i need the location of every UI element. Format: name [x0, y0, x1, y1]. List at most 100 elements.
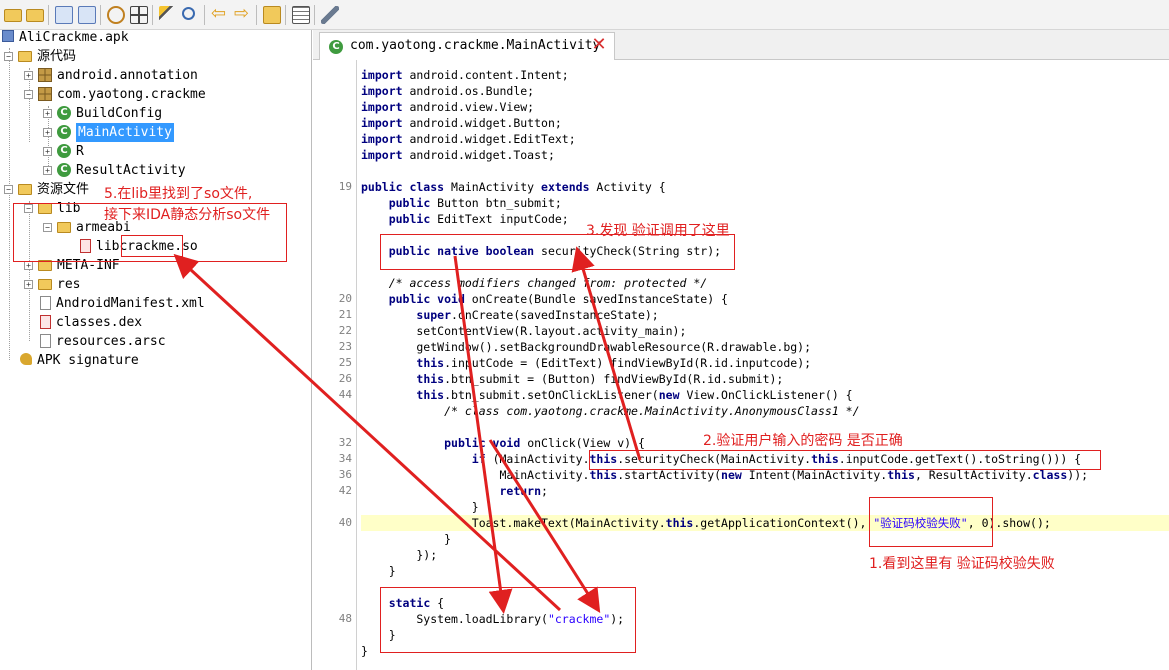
package-icon [38, 87, 52, 101]
line-number: 23 [338, 340, 352, 353]
expand-icon[interactable]: + [24, 280, 33, 289]
folder-icon [38, 279, 52, 290]
search-icon[interactable] [182, 7, 195, 20]
dex-file-icon [40, 315, 51, 329]
annotation-box-so-name [121, 235, 183, 257]
code-line: } [361, 500, 479, 514]
copy-icon[interactable] [55, 6, 73, 24]
line-number: 48 [338, 612, 352, 625]
toolbar-separator [285, 5, 286, 25]
code-line: public void onClick(View v) { [444, 436, 645, 450]
log-icon[interactable] [292, 6, 310, 24]
class-icon: C [57, 106, 71, 120]
tree-item-source[interactable]: − 源代码 [4, 47, 76, 66]
code-line: } [361, 532, 452, 546]
annotation-box-static-block [380, 587, 636, 653]
grid-icon[interactable] [130, 6, 148, 24]
expand-icon[interactable]: + [43, 109, 52, 118]
tree-item-dex[interactable]: classes.dex [40, 313, 142, 332]
line-number: 25 [338, 356, 352, 369]
tree-item-resources[interactable]: − 资源文件 [4, 180, 89, 199]
close-icon[interactable]: ✕ [590, 36, 608, 54]
tree-item-apk[interactable]: AliCrackme.apk [2, 28, 129, 47]
line-number: 22 [338, 324, 352, 337]
code-line: import android.widget.Button; [361, 116, 562, 130]
code-line: super.onCreate(savedInstanceState); [416, 308, 659, 322]
annotation-box-toast-string [869, 497, 993, 547]
tree-item-class[interactable]: + C R [43, 142, 84, 161]
code-area: import android.content.Intent; import an… [361, 60, 1169, 670]
sync-icon[interactable] [107, 6, 125, 24]
tree-item-class[interactable]: + C ResultActivity [43, 161, 186, 180]
class-icon: C [57, 163, 71, 177]
back-arrow-icon[interactable]: ⇦ [211, 5, 229, 23]
tree-item-manifest[interactable]: AndroidManifest.xml [40, 294, 205, 313]
tree-item-package[interactable]: − com.yaotong.crackme [24, 85, 206, 104]
line-number: 44 [338, 388, 352, 401]
class-icon: C [57, 144, 71, 158]
code-line: public class MainActivity extends Activi… [361, 180, 666, 194]
tree-guide [9, 48, 10, 360]
code-line: import android.content.Intent; [361, 68, 569, 82]
folder-icon [18, 184, 32, 195]
xml-file-icon [40, 296, 51, 310]
expand-icon[interactable]: + [43, 147, 52, 156]
folder-icon [18, 51, 32, 62]
key-icon [20, 353, 32, 365]
code-line: import android.view.View; [361, 100, 535, 114]
tree-item-class[interactable]: + C BuildConfig [43, 104, 162, 123]
code-line: public void onCreate(Bundle savedInstanc… [388, 292, 728, 306]
wand-icon[interactable] [159, 6, 177, 24]
collapse-icon[interactable]: − [4, 185, 13, 194]
code-line: this.inputCode = (EditText) findViewById… [416, 356, 812, 370]
tab-label: com.yaotong.crackme.MainActivity [350, 38, 601, 53]
code-editor[interactable]: 19 20 21 22 23 25 26 44 32 34 36 42 40 4… [313, 60, 1169, 670]
annotation-note-5b: 接下来IDA静态分析so文件 [104, 207, 271, 223]
annotation-note-5: 5.在lib里找到了so文件, [104, 186, 253, 202]
tree-item-package[interactable]: + android.annotation [24, 66, 198, 85]
expand-icon[interactable]: + [24, 261, 33, 270]
code-line: this.btn_submit.setOnClickListener(new V… [416, 388, 853, 402]
code-line: import android.widget.EditText; [361, 132, 576, 146]
tab-main-activity[interactable]: C com.yaotong.crackme.MainActivity ✕ [319, 32, 615, 60]
code-line: public EditText inputCode; [388, 212, 569, 226]
annotation-note-1: 1.看到这里有 验证码校验失败 [869, 556, 1055, 572]
toolbar-separator [314, 5, 315, 25]
tree-item-class[interactable]: + C MainActivity [43, 123, 174, 142]
apk-icon [2, 30, 14, 42]
code-line: setContentView(R.layout.activity_main); [361, 324, 687, 338]
collapse-icon[interactable]: − [24, 90, 33, 99]
expand-icon[interactable]: + [43, 128, 52, 137]
code-line: import android.widget.Toast; [361, 148, 555, 162]
code-line: getWindow().setBackgroundDrawableResourc… [361, 340, 812, 354]
toolbar-separator [256, 5, 257, 25]
tree-item-signature[interactable]: APK signature [20, 351, 139, 370]
paste-icon[interactable] [78, 6, 96, 24]
open-folder-icon[interactable] [4, 9, 22, 22]
code-line: public Button btn_submit; [388, 196, 562, 210]
package-icon [38, 68, 52, 82]
line-number: 21 [338, 308, 352, 321]
forward-arrow-icon[interactable]: ⇨ [234, 5, 252, 23]
line-number: 26 [338, 372, 352, 385]
expand-icon[interactable]: + [24, 71, 33, 80]
line-number: 20 [338, 292, 352, 305]
tree-item-res[interactable]: + res [24, 275, 80, 294]
line-number: 19 [338, 180, 352, 193]
line-number: 40 [338, 516, 352, 529]
tree-item-arsc[interactable]: resources.arsc [40, 332, 166, 351]
wrench-icon[interactable] [321, 6, 339, 24]
add-folder-icon[interactable] [26, 9, 44, 22]
project-tree: AliCrackme.apk − 源代码 + android.annotation … [0, 30, 312, 670]
line-number: 32 [338, 436, 352, 449]
code-line: } [361, 564, 396, 578]
arsc-file-icon [40, 334, 51, 348]
code-line: this.btn_submit = (Button) findViewById(… [416, 372, 784, 386]
expand-icon[interactable]: + [43, 166, 52, 175]
annotation-note-2: 2.验证用户输入的密码 是否正确 [703, 433, 903, 449]
collapse-icon[interactable]: − [4, 52, 13, 61]
export-icon[interactable] [263, 6, 281, 24]
code-comment: /* access modifiers changed from: protec… [388, 276, 708, 290]
class-icon: C [57, 125, 71, 139]
code-line: return; [499, 484, 548, 498]
